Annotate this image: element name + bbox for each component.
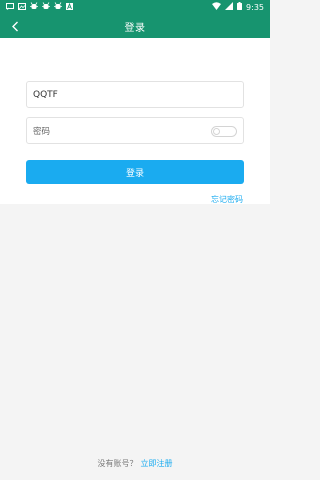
status-right-icons: 9:35 [212,2,264,12]
page-title: 登录 [124,22,146,34]
a-icon [66,2,73,12]
debug-icon [30,2,38,12]
login-form: QQTF 密码 登录 忘记密码 [0,38,270,204]
debug-icon [42,2,50,12]
password-field[interactable]: 密码 [26,117,244,144]
signal-icon [225,2,234,12]
back-button[interactable] [6,17,24,35]
show-password-toggle[interactable] [211,126,237,137]
debug-icon [54,2,62,12]
footer: 没有账号？ 立即注册 [0,458,270,469]
photo-icon [18,2,26,12]
register-link[interactable]: 立即注册 [141,459,173,468]
username-value: QQTF [33,89,58,100]
login-button[interactable]: 登录 [26,160,244,184]
status-time: 9:35 [246,2,264,12]
username-field[interactable]: QQTF [26,81,244,108]
forgot-password-link[interactable]: 忘记密码 [211,194,243,205]
no-account-text: 没有账号？ [97,459,138,468]
battery-icon [237,2,243,12]
chevron-left-icon [12,21,18,31]
wifi-icon [212,2,222,12]
app-bar: 登录 [0,14,270,38]
password-placeholder: 密码 [33,126,51,137]
toggle-knob [213,128,220,135]
message-icon [6,2,14,12]
status-left-icons [6,2,73,12]
status-bar: 9:35 [0,0,270,14]
